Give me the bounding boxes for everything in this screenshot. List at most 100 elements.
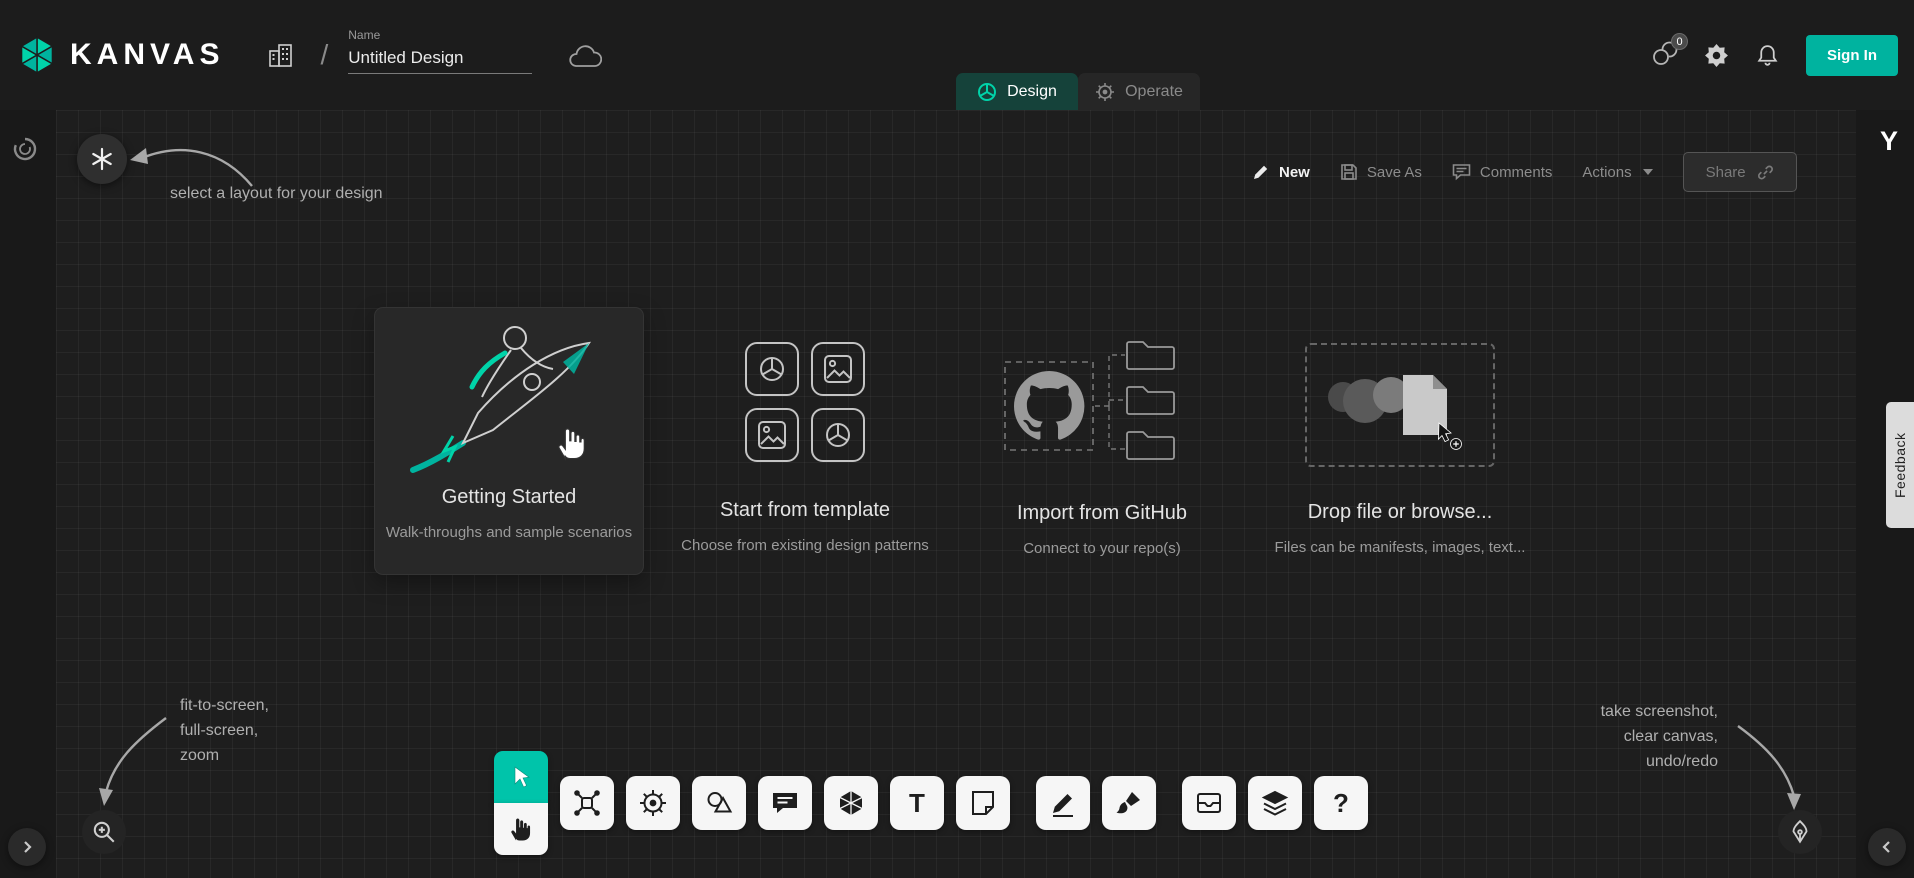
design-tab-icon bbox=[977, 82, 997, 102]
start-from-template-card[interactable]: Start from template Choose from existing… bbox=[665, 341, 945, 554]
share-button[interactable]: Share bbox=[1683, 152, 1797, 192]
pencil-icon bbox=[1252, 163, 1270, 181]
shapes-icon bbox=[704, 788, 734, 818]
layers-icon bbox=[1260, 788, 1290, 818]
chevron-left-icon bbox=[1880, 840, 1894, 854]
expand-left-panel-button[interactable] bbox=[8, 828, 46, 866]
feedback-tab[interactable]: Feedback bbox=[1886, 402, 1914, 528]
drop-file-illustration bbox=[1307, 345, 1493, 465]
card-subtitle: Choose from existing design patterns bbox=[681, 537, 929, 554]
operate-tab-icon bbox=[1095, 82, 1115, 102]
layout-selector-button[interactable] bbox=[77, 134, 127, 184]
layer5-logo[interactable]: Y bbox=[1880, 126, 1898, 157]
card-title: Getting Started bbox=[442, 486, 577, 509]
text-tool-glyph: T bbox=[909, 790, 925, 816]
actions-label: Actions bbox=[1582, 164, 1631, 181]
comment-icon bbox=[770, 788, 800, 818]
note-tool[interactable] bbox=[956, 776, 1010, 830]
tab-design[interactable]: Design bbox=[956, 73, 1078, 110]
canvas-action-bar: New Save As Comments Actions Share bbox=[1252, 152, 1797, 192]
card-subtitle: Connect to your repo(s) bbox=[1023, 540, 1181, 557]
credits-count-badge: 0 bbox=[1671, 33, 1688, 50]
meshery-tool[interactable] bbox=[824, 776, 878, 830]
brush-icon bbox=[1114, 788, 1144, 818]
kubernetes-tool[interactable] bbox=[626, 776, 680, 830]
mode-tabs: Design Operate bbox=[956, 73, 1200, 110]
components-tool[interactable] bbox=[560, 776, 614, 830]
breadcrumb-separator: / bbox=[320, 39, 328, 71]
new-label: New bbox=[1279, 164, 1310, 181]
design-canvas[interactable]: select a layout for your design New Save… bbox=[0, 110, 1914, 878]
comment-tool[interactable] bbox=[758, 776, 812, 830]
drop-file-card[interactable]: Drop file or browse... Files can be mani… bbox=[1240, 343, 1560, 556]
template-icons bbox=[744, 341, 866, 463]
link-icon bbox=[1757, 164, 1774, 181]
helm-wheel-icon bbox=[638, 788, 668, 818]
shapes-tool[interactable] bbox=[692, 776, 746, 830]
collapse-right-panel-button[interactable] bbox=[1868, 828, 1906, 866]
draw-brush-tool[interactable] bbox=[1102, 776, 1156, 830]
design-name-input[interactable] bbox=[348, 45, 532, 74]
layers-tool[interactable] bbox=[1248, 776, 1302, 830]
drop-zone[interactable] bbox=[1305, 343, 1495, 467]
help-tool[interactable]: ? bbox=[1314, 776, 1368, 830]
kanvas-logo[interactable]: KANVAS bbox=[16, 34, 224, 76]
cursor-icon bbox=[507, 763, 535, 791]
save-icon bbox=[1340, 163, 1358, 181]
tool-dock: T bbox=[494, 751, 1368, 855]
design-tab-label: Design bbox=[1007, 83, 1057, 101]
card-title: Start from template bbox=[720, 499, 890, 522]
layout-hint-text: select a layout for your design bbox=[170, 182, 383, 207]
chevron-down-icon bbox=[1643, 169, 1653, 175]
bottom-left-hint: fit-to-screen, full-screen, zoom bbox=[180, 694, 269, 768]
card-title: Drop file or browse... bbox=[1308, 501, 1493, 524]
annotate-pen-tool[interactable] bbox=[1036, 776, 1090, 830]
cloud-sync-icon[interactable] bbox=[568, 44, 602, 70]
text-tool[interactable]: T bbox=[890, 776, 944, 830]
comments-icon bbox=[1452, 163, 1471, 181]
meshery-icon bbox=[836, 788, 866, 818]
comments-label: Comments bbox=[1480, 164, 1553, 181]
sign-in-button[interactable]: Sign In bbox=[1806, 35, 1898, 76]
image-icon bbox=[744, 407, 800, 463]
share-label: Share bbox=[1706, 164, 1746, 181]
kanvas-logo-icon bbox=[16, 34, 58, 76]
logo-wordmark: KANVAS bbox=[70, 38, 224, 72]
tab-operate[interactable]: Operate bbox=[1078, 73, 1200, 110]
card-title: Import from GitHub bbox=[1017, 502, 1187, 525]
aperture-icon bbox=[810, 407, 866, 463]
design-name-field: Name bbox=[348, 28, 532, 74]
top-header: KANVAS / Name bbox=[0, 0, 1914, 110]
sticky-note-icon bbox=[968, 788, 998, 818]
notifications-bell-icon[interactable] bbox=[1755, 43, 1780, 68]
pan-hand-tool[interactable] bbox=[494, 803, 548, 855]
github-import-illustration bbox=[999, 338, 1205, 470]
kanvas-app: KANVAS / Name bbox=[0, 0, 1914, 878]
credits-icon[interactable]: 0 bbox=[1650, 41, 1678, 69]
new-design-button[interactable]: New bbox=[1252, 163, 1310, 181]
bottom-left-arrow bbox=[86, 710, 186, 814]
save-as-label: Save As bbox=[1367, 164, 1422, 181]
getting-started-card[interactable]: Getting Started Walk-throughs and sample… bbox=[375, 308, 643, 574]
import-from-github-card[interactable]: Import from GitHub Connect to your repo(… bbox=[952, 338, 1252, 557]
drawer-tool[interactable] bbox=[1182, 776, 1236, 830]
settings-gear-icon[interactable] bbox=[1704, 43, 1729, 68]
design-name-label: Name bbox=[348, 28, 532, 42]
loading-spinner-icon bbox=[12, 136, 38, 162]
hand-icon bbox=[508, 815, 534, 843]
comments-button[interactable]: Comments bbox=[1452, 163, 1553, 181]
organization-icon[interactable] bbox=[266, 40, 296, 70]
bottom-right-arrow bbox=[1728, 718, 1820, 818]
bottom-right-hint: take screenshot, clear canvas, undo/redo bbox=[1601, 700, 1718, 774]
actions-dropdown[interactable]: Actions bbox=[1582, 164, 1652, 181]
help-glyph: ? bbox=[1333, 790, 1349, 816]
components-icon bbox=[572, 788, 602, 818]
zoom-button[interactable] bbox=[82, 810, 126, 854]
chevron-right-icon bbox=[20, 840, 34, 854]
aperture-icon bbox=[744, 341, 800, 397]
operate-tab-label: Operate bbox=[1125, 83, 1183, 101]
save-as-button[interactable]: Save As bbox=[1340, 163, 1422, 181]
pencil-edit-icon bbox=[1048, 788, 1078, 818]
select-cursor-tool[interactable] bbox=[494, 751, 548, 803]
pen-tool-button[interactable] bbox=[1778, 810, 1822, 854]
